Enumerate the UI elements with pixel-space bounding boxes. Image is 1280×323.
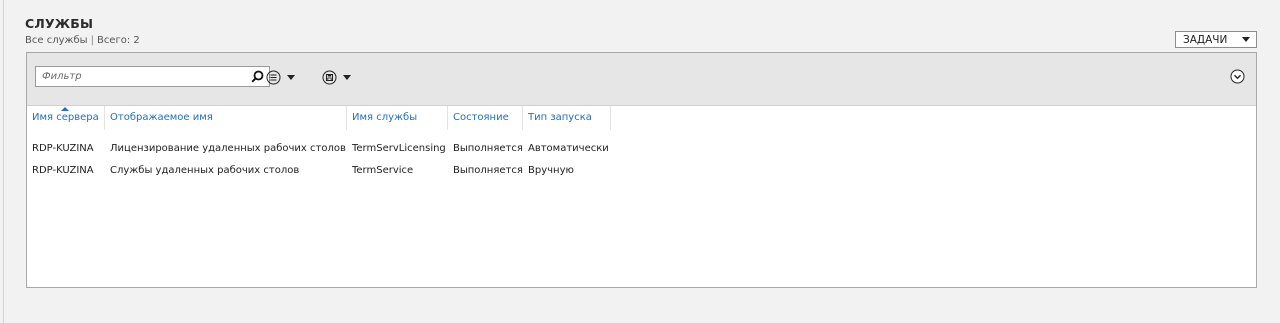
cell-service-name: TermServLicensing <box>352 143 446 154</box>
subtitle-separator: | <box>90 35 94 46</box>
save-query-icon <box>322 70 337 84</box>
cell-server: RDP-KUZINA <box>32 165 94 176</box>
column-header-service-name[interactable]: Имя службы <box>347 106 448 130</box>
cell-start-type: Автоматически <box>528 143 609 154</box>
cell-status: Выполняется <box>453 143 523 154</box>
column-label: Имя сервера <box>32 112 99 123</box>
cell-service-name: TermService <box>352 165 414 176</box>
tasks-label: ЗАДАЧИ <box>1183 33 1228 46</box>
chevron-down-circle-icon[interactable] <box>1230 69 1245 84</box>
column-label: Тип запуска <box>528 112 592 123</box>
tile-title: СЛУЖБЫ <box>25 16 94 31</box>
table-row[interactable]: RDP-KUZINA Службы удаленных рабочих стол… <box>27 161 1256 181</box>
services-panel: Имя сервера Отображаемое имя Имя службы … <box>26 52 1257 288</box>
tasks-dropdown-button[interactable]: ЗАДАЧИ <box>1175 31 1257 48</box>
filter-box <box>35 66 270 87</box>
chevron-down-icon <box>343 74 351 80</box>
list-options-icon <box>266 70 281 84</box>
panel-toolbar <box>27 53 1256 106</box>
column-label: Состояние <box>453 112 509 123</box>
column-header-display-name[interactable]: Отображаемое имя <box>105 106 347 130</box>
filter-input[interactable] <box>36 67 241 86</box>
left-divider <box>3 0 4 323</box>
column-label: Отображаемое имя <box>110 112 213 123</box>
chevron-down-icon <box>287 74 295 80</box>
column-label: Имя службы <box>352 112 418 123</box>
cell-start-type: Вручную <box>528 165 574 176</box>
search-icon[interactable] <box>251 70 264 83</box>
sort-ascending-icon <box>61 107 69 111</box>
cell-server: RDP-KUZINA <box>32 143 94 154</box>
table-row[interactable]: RDP-KUZINA Лицензирование удаленных рабо… <box>27 139 1256 159</box>
subtitle-scope: Все службы <box>25 35 88 46</box>
cell-display-name: Службы удаленных рабочих столов <box>110 165 300 176</box>
view-options-button[interactable] <box>266 69 295 85</box>
grid-header: Имя сервера Отображаемое имя Имя службы … <box>27 106 1256 130</box>
subtitle-count: Всего: 2 <box>96 35 140 46</box>
column-header-start-type[interactable]: Тип запуска <box>523 106 611 130</box>
services-grid: Имя сервера Отображаемое имя Имя службы … <box>27 106 1256 176</box>
cell-status: Выполняется <box>453 165 523 176</box>
column-header-status[interactable]: Состояние <box>448 106 523 130</box>
save-query-button[interactable] <box>322 69 351 85</box>
chevron-down-icon <box>1242 37 1250 42</box>
column-header-server[interactable]: Имя сервера <box>27 106 105 130</box>
cell-display-name: Лицензирование удаленных рабочих столов <box>110 143 346 154</box>
tile-subtitle: Все службы | Всего: 2 <box>25 35 140 46</box>
